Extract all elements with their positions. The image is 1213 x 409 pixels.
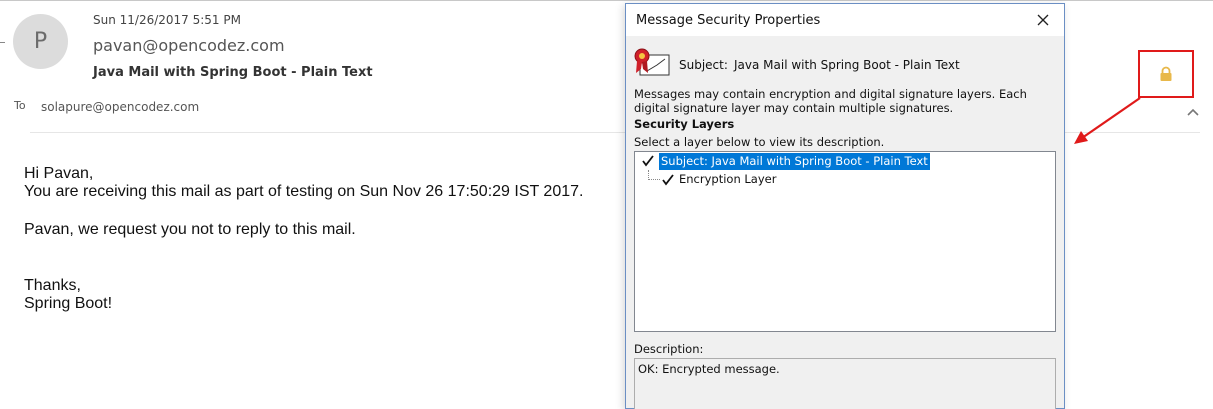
layers-instruction: Select a layer below to view its descrip…: [634, 135, 885, 149]
check-icon: [662, 174, 674, 186]
lock-highlight-box: [1138, 50, 1194, 98]
annotation-arrow: [1074, 97, 1141, 144]
chevron-up-icon[interactable]: [1185, 104, 1201, 120]
to-label: To: [14, 99, 26, 112]
email-date: Sun 11/26/2017 5:51 PM: [93, 13, 241, 27]
subject-value: Java Mail with Spring Boot - Plain Text: [734, 58, 960, 72]
security-layers-heading: Security Layers: [634, 117, 735, 131]
dialog-titlebar[interactable]: Message Security Properties: [626, 4, 1064, 36]
tree-item-encryption-layer[interactable]: Encryption Layer: [679, 172, 776, 186]
email-to[interactable]: solapure@opencodez.com: [41, 100, 199, 114]
body-thanks: Thanks,: [24, 277, 81, 294]
email-from[interactable]: pavan@opencodez.com: [93, 36, 285, 55]
tree-connector: [648, 170, 660, 180]
body-line-testing: You are receiving this mail as part of t…: [24, 183, 584, 200]
description-label: Description:: [634, 342, 704, 356]
body-greeting: Hi Pavan,: [24, 165, 94, 182]
tree-item-subject-layer[interactable]: Subject: Java Mail with Spring Boot - Pl…: [659, 153, 930, 170]
avatar-initial: P: [33, 29, 48, 54]
body-line-request: Pavan, we request you not to reply to th…: [24, 221, 356, 238]
body-signature: Spring Boot!: [24, 295, 113, 312]
description-field[interactable]: OK: Encrypted message.: [634, 358, 1056, 409]
check-icon: [642, 155, 654, 167]
dialog-title: Message Security Properties: [636, 13, 821, 28]
close-icon[interactable]: [1034, 11, 1052, 29]
sender-avatar[interactable]: P: [13, 14, 68, 69]
certificate-icon: [634, 48, 670, 76]
email-subject: Java Mail with Spring Boot - Plain Text: [93, 65, 373, 80]
lock-icon[interactable]: [1159, 66, 1173, 82]
security-layers-tree[interactable]: Subject: Java Mail with Spring Boot - Pl…: [634, 151, 1056, 332]
description-text: OK: Encrypted message.: [638, 362, 780, 376]
security-info-message: Messages may contain encryption and digi…: [634, 87, 1027, 115]
message-security-dialog: Message Security Properties Subject: Jav…: [625, 3, 1065, 409]
left-edge-mark: [0, 42, 5, 43]
subject-label: Subject:: [679, 58, 728, 72]
